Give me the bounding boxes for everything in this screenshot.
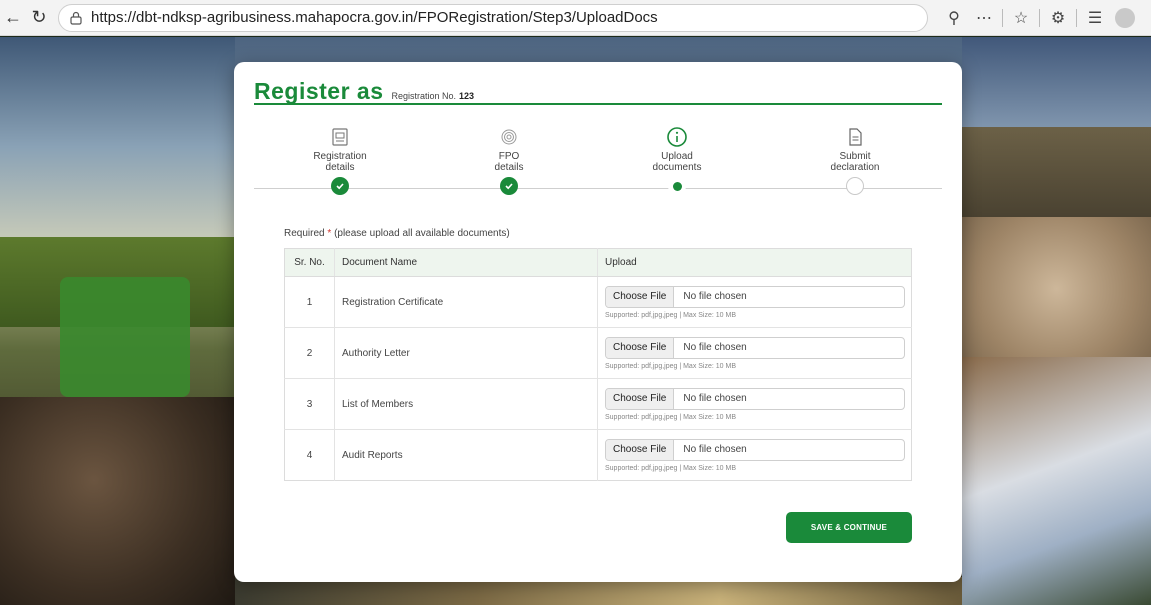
zoom-out-icon[interactable]: ⚲ (942, 6, 966, 30)
column-header-upload: Upload (597, 248, 912, 277)
extensions-icon[interactable]: ⚙ (1046, 6, 1070, 30)
check-icon (500, 177, 518, 195)
registration-card: Register as Registration No. 123 Registr… (234, 62, 962, 582)
upload-cell: Choose File No file chosen Supported: pd… (597, 378, 912, 430)
step-label-line: details (325, 162, 355, 173)
choose-file-button[interactable]: Choose File (606, 286, 675, 307)
collections-icon[interactable]: ☰ (1083, 6, 1107, 30)
file-status: No file chosen (683, 342, 747, 353)
lock-icon (70, 11, 82, 25)
bg-people (0, 397, 235, 605)
bg-shed-right (962, 127, 1151, 217)
title-underline (254, 103, 942, 105)
file-hint: Supported: pdf,jpg,jpeg | Max Size: 10 M… (605, 413, 737, 421)
registration-label: Registration No. (391, 91, 457, 101)
step-label-line: Registration (313, 151, 367, 162)
sr-number: 2 (284, 327, 335, 379)
file-hint: Supported: pdf,jpg,jpeg | Max Size: 10 M… (605, 464, 737, 472)
file-hint: Supported: pdf,jpg,jpeg | Max Size: 10 M… (605, 311, 737, 319)
required-note: Required * (please upload all available … (284, 228, 510, 239)
file-input[interactable]: Choose File No file chosen (605, 336, 905, 359)
file-input[interactable]: Choose File No file chosen (605, 387, 905, 410)
active-step-marker (668, 177, 686, 195)
upload-cell: Choose File No file chosen Supported: pd… (597, 276, 912, 328)
table-row: 2 Authority Letter Choose File No file c… (284, 327, 912, 379)
address-bar[interactable]: https://dbt-ndksp-agribusiness.mahapocra… (58, 3, 928, 32)
file-status: No file chosen (683, 393, 747, 404)
document-name: List of Members (334, 378, 598, 430)
id-card-icon (329, 126, 351, 148)
column-header-sr: Sr. No. (284, 248, 335, 277)
step-label-line: Upload (661, 151, 693, 162)
stepper-track (254, 188, 942, 189)
file-input[interactable]: Choose File No file chosen (605, 438, 905, 461)
required-star: * (327, 228, 332, 239)
avatar (1115, 7, 1135, 28)
step-label-line: details (494, 162, 524, 173)
registration-number: 123 (459, 91, 475, 101)
file-status: No file chosen (683, 444, 747, 455)
bg-tractor (60, 277, 190, 397)
sr-number: 1 (284, 276, 335, 328)
table-header-row: Sr. No. Document Name Upload (284, 248, 912, 277)
choose-file-button[interactable]: Choose File (606, 439, 675, 460)
pending-step-marker (846, 177, 864, 195)
document-name: Authority Letter (334, 327, 598, 379)
document-name: Registration Certificate (334, 276, 598, 328)
step-label: FPO details (449, 151, 569, 173)
bg-person-right (962, 357, 1151, 605)
active-dot (672, 181, 682, 191)
column-header-document: Document Name (334, 248, 598, 277)
save-continue-button[interactable]: SAVE & CONTINUE (786, 512, 912, 543)
table-row: 4 Audit Reports Choose File No file chos… (284, 429, 912, 481)
page-header: Register as Registration No. 123 (254, 78, 474, 105)
upload-cell: Choose File No file chosen Supported: pd… (597, 327, 912, 379)
page-title: Register as (254, 78, 384, 104)
step-label-line: declaration (830, 162, 880, 173)
bg-sky-left (0, 37, 235, 237)
sr-number: 3 (284, 378, 335, 430)
step-registration-details: Registration details (280, 126, 400, 195)
step-upload-documents: Upload documents (617, 126, 737, 195)
browser-toolbar: ← ↻ https://dbt-ndksp-agribusiness.mahap… (0, 0, 1151, 36)
step-label: Upload documents (617, 151, 737, 173)
upload-cell: Choose File No file chosen Supported: pd… (598, 430, 912, 481)
file-input[interactable]: Choose File No file chosen (605, 285, 905, 308)
required-hint: (please upload all available documents) (334, 228, 510, 239)
document-icon (844, 126, 866, 148)
step-fpo-details: FPO details (449, 126, 569, 195)
url-text: https://dbt-ndksp-agribusiness.mahapocra… (91, 9, 658, 26)
table-row: 3 List of Members Choose File No file ch… (284, 378, 912, 430)
table-row: 1 Registration Certificate Choose File N… (284, 276, 912, 328)
file-hint: Supported: pdf,jpg,jpeg | Max Size: 10 M… (605, 362, 737, 370)
favorite-icon[interactable]: ☆ (1009, 6, 1033, 30)
sr-number: 4 (284, 429, 335, 481)
step-label-line: FPO (498, 151, 520, 162)
back-icon[interactable]: ← (0, 5, 26, 31)
browser-actions: ⚲ ⋯ ☆ ⚙ ☰ (942, 6, 1137, 30)
more-icon[interactable]: ⋯ (972, 6, 996, 30)
step-label: Submit declaration (795, 151, 915, 173)
fingerprint-icon (498, 126, 520, 148)
check-icon (331, 177, 349, 195)
step-label-line: Submit (839, 151, 871, 162)
divider (1076, 8, 1077, 27)
file-status: No file chosen (683, 291, 747, 302)
step-submit-declaration: Submit declaration (795, 126, 915, 195)
profile-icon[interactable] (1113, 6, 1137, 30)
step-label: Registration details (280, 151, 400, 173)
choose-file-button[interactable]: Choose File (606, 337, 675, 358)
documents-table: Sr. No. Document Name Upload 1 Registrat… (284, 248, 912, 481)
choose-file-button[interactable]: Choose File (606, 388, 675, 409)
progress-stepper: Registration details FPO details Upload … (254, 126, 942, 202)
refresh-icon[interactable]: ↻ (26, 5, 52, 31)
info-icon (666, 126, 688, 148)
divider (1039, 8, 1040, 27)
required-label: Required (284, 228, 325, 239)
document-name: Audit Reports (334, 429, 598, 481)
divider (1002, 8, 1003, 27)
step-label-line: documents (652, 162, 702, 173)
